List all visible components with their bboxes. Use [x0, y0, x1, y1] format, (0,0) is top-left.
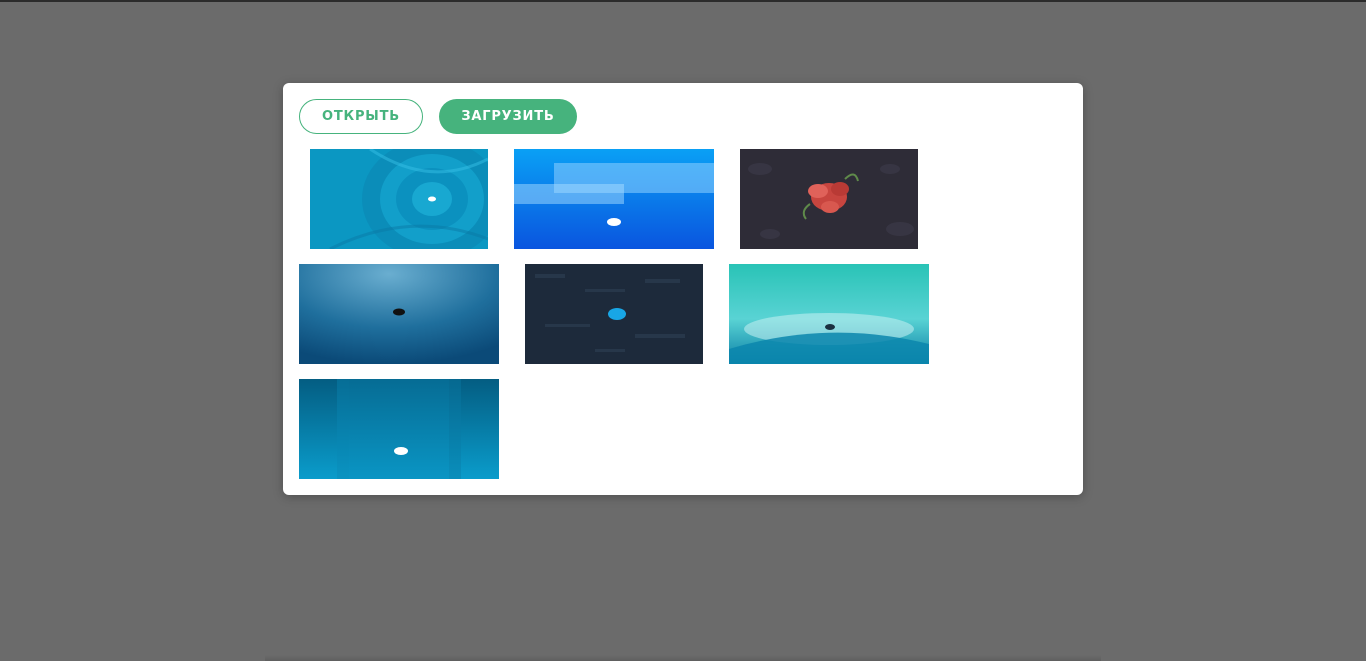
wallpaper-thumb-blue-gradient[interactable] [299, 264, 499, 364]
wallpaper-thumb-dark-flower[interactable] [740, 149, 918, 249]
bottom-shadow [265, 655, 1101, 661]
wallpaper-image [514, 149, 714, 249]
upload-button[interactable]: ЗАГРУЗИТЬ [439, 99, 577, 134]
wallpaper-image [740, 149, 918, 249]
wallpaper-image [299, 379, 499, 479]
wallpaper-dialog: ОТКРЫТЬ ЗАГРУЗИТЬ [283, 83, 1083, 495]
wallpaper-thumb-deep-blue[interactable] [299, 379, 499, 479]
wallpaper-thumb-dark-texture[interactable] [525, 264, 703, 364]
open-button[interactable]: ОТКРЫТЬ [299, 99, 423, 134]
wallpaper-thumb-teal-wave[interactable] [729, 264, 929, 364]
wallpaper-image [729, 264, 929, 364]
wallpaper-image [310, 149, 488, 249]
wallpaper-image [525, 264, 703, 364]
wallpaper-image [299, 264, 499, 364]
wallpaper-thumb-blue-spiral[interactable] [310, 149, 488, 249]
wallpaper-thumb-blue-stripes[interactable] [514, 149, 714, 249]
